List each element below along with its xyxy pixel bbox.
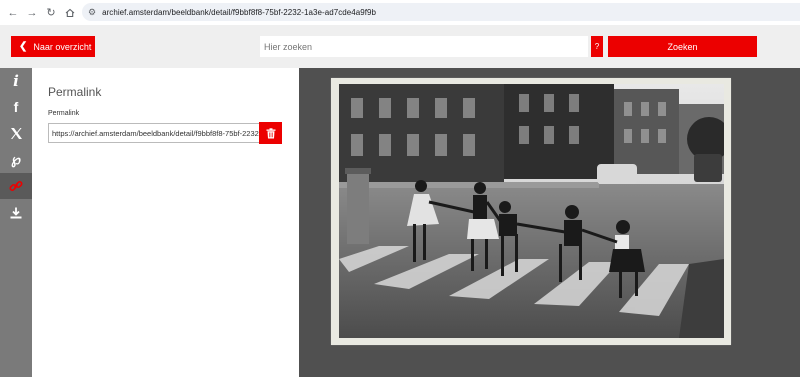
back-to-overview-button[interactable]: ❮ Naar overzicht xyxy=(11,36,95,57)
panel-title: Permalink xyxy=(48,85,102,99)
chevron-left-icon: ❮ xyxy=(19,41,28,52)
back-arrow-icon[interactable]: ← xyxy=(5,5,21,21)
archive-photo xyxy=(339,84,724,338)
back-to-overview-label: Naar overzicht xyxy=(33,41,92,52)
rail-item-pinterest[interactable]: ℘ xyxy=(0,146,32,172)
trash-icon xyxy=(266,127,275,138)
search-button[interactable]: Zoeken xyxy=(608,36,757,57)
site-info-icon[interactable]: ⚙ xyxy=(88,7,96,18)
reload-icon[interactable]: ↻ xyxy=(43,5,59,21)
browser-toolbar: ← → ↻ ⚙ archief.amsterdam/beeldbank/deta… xyxy=(0,0,800,25)
rail-item-facebook[interactable]: f xyxy=(0,94,32,120)
image-viewer[interactable] xyxy=(299,68,800,377)
address-url: archief.amsterdam/beeldbank/detail/f9bbf… xyxy=(102,7,377,17)
home-icon[interactable] xyxy=(62,5,78,21)
rail-item-download[interactable] xyxy=(0,200,32,226)
address-bar[interactable]: ⚙ archief.amsterdam/beeldbank/detail/f9b… xyxy=(82,3,800,21)
permalink-field[interactable] xyxy=(48,123,260,143)
photo-mount xyxy=(331,78,731,345)
permalink-field-label: Permalink xyxy=(48,110,80,117)
rail-item-info[interactable]: i xyxy=(0,68,32,94)
copy-link-button[interactable] xyxy=(259,122,282,144)
share-rail: i f ℘ xyxy=(0,68,32,377)
search-help-button[interactable]: ? xyxy=(591,36,603,57)
x-icon xyxy=(10,127,22,139)
site-header: ❮ Naar overzicht ? Zoeken xyxy=(0,25,800,68)
info-icon: i xyxy=(13,72,19,90)
facebook-icon: f xyxy=(13,99,19,115)
forward-arrow-icon[interactable]: → xyxy=(24,5,40,21)
download-icon xyxy=(10,207,22,219)
search-input[interactable] xyxy=(260,36,588,57)
permalink-panel: Permalink Permalink xyxy=(32,68,299,377)
rail-item-x[interactable] xyxy=(0,120,32,146)
pinterest-icon: ℘ xyxy=(11,150,21,167)
rail-item-permalink[interactable] xyxy=(0,173,32,199)
link-icon xyxy=(9,180,23,192)
